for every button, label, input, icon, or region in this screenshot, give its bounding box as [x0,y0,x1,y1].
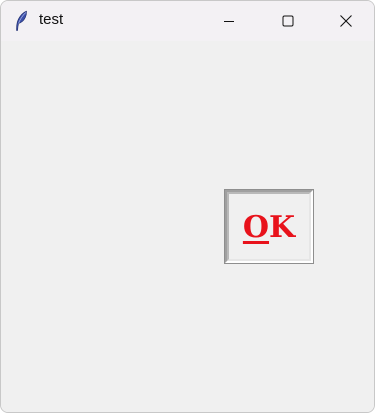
app-window: test OK [0,0,375,413]
ok-label-rest: K [269,209,296,245]
ok-button[interactable]: OK [224,189,314,264]
maximize-icon [282,15,294,27]
close-icon [339,14,353,28]
ok-mnemonic-letter: O [242,209,270,245]
window-client-area: OK [1,41,374,412]
feather-icon [13,10,29,32]
maximize-button[interactable] [261,1,315,41]
minimize-icon [223,15,235,27]
close-button[interactable] [319,1,373,41]
minimize-button[interactable] [202,1,256,41]
ok-button-face: OK [227,192,311,261]
window-title: test [39,11,64,28]
ok-button-label: OK [242,209,296,245]
title-bar[interactable]: test [1,1,374,41]
